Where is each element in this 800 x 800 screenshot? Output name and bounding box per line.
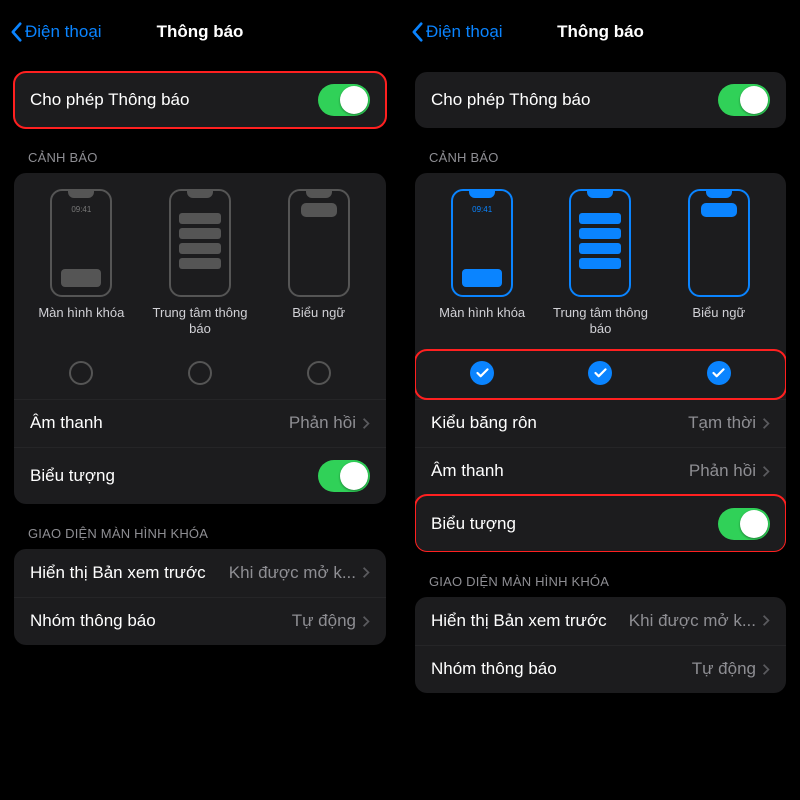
show-previews-value: Khi được mở k... xyxy=(229,563,370,583)
badges-label: Biểu tượng xyxy=(431,514,516,534)
check-off-icon[interactable] xyxy=(69,361,93,385)
phone-time: 09:41 xyxy=(457,205,507,214)
lockscreen-group: Hiển thị Bản xem trước Khi được mở k... Nh… xyxy=(14,549,386,645)
banner-style-label: Kiểu băng rôn xyxy=(431,413,537,433)
alert-option-banner[interactable]: Biểu ngữ xyxy=(660,189,777,338)
alert-option-lock[interactable]: 09:41 Màn hình khóa xyxy=(424,189,541,338)
alert-option-label: Biểu ngữ xyxy=(692,305,745,321)
allow-notifications-toggle[interactable] xyxy=(318,84,370,116)
notification-grouping-value: Tự động xyxy=(692,659,770,679)
alert-check-center[interactable] xyxy=(141,361,258,385)
notification-grouping-row[interactable]: Nhóm thông báo Tự động xyxy=(14,597,386,645)
alert-check-lock[interactable] xyxy=(23,361,140,385)
sounds-value: Phản hồi xyxy=(289,413,370,433)
sounds-row[interactable]: Âm thanh Phản hồi xyxy=(415,447,786,495)
alert-option-label: Màn hình khóa xyxy=(439,305,525,321)
phone-time: 09:41 xyxy=(56,205,106,214)
notification-grouping-label: Nhóm thông báo xyxy=(30,611,156,631)
alert-option-banner[interactable]: Biểu ngữ xyxy=(260,189,377,338)
back-button[interactable]: Điện thoại xyxy=(10,21,102,43)
phone-preview-lock-icon: 09:41 xyxy=(451,189,513,297)
allow-notifications-label: Cho phép Thông báo xyxy=(431,90,590,110)
alert-option-center[interactable]: Trung tâm thông báo xyxy=(141,189,258,338)
chevron-left-icon xyxy=(411,21,424,43)
show-previews-label: Hiển thị Bản xem trước xyxy=(431,611,607,631)
allow-notifications-row[interactable]: Cho phép Thông báo xyxy=(14,72,386,128)
alerts-header: CẢNH BÁO xyxy=(401,128,800,173)
lockscreen-header: GIAO DIỆN MÀN HÌNH KHÓA xyxy=(401,552,800,597)
show-previews-label: Hiển thị Bản xem trước xyxy=(30,563,206,583)
alert-option-label: Màn hình khóa xyxy=(38,305,124,321)
phone-preview-banner-icon xyxy=(688,189,750,297)
sounds-label: Âm thanh xyxy=(30,413,103,433)
navbar: Điện thoạiThông báo xyxy=(0,10,400,54)
allow-notifications-row[interactable]: Cho phép Thông báo xyxy=(415,72,786,128)
alert-option-label: Trung tâm thông báo xyxy=(141,305,258,338)
check-off-icon[interactable] xyxy=(188,361,212,385)
badges-toggle[interactable] xyxy=(318,460,370,492)
badges-row[interactable]: Biểu tượng xyxy=(14,447,386,504)
alerts-group: 09:41 Màn hình khóa Trung tâm thông báo Biể… xyxy=(415,173,786,552)
alerts-header: CẢNH BÁO xyxy=(0,128,400,173)
chevron-left-icon xyxy=(10,21,23,43)
check-off-icon[interactable] xyxy=(307,361,331,385)
badges-label: Biểu tượng xyxy=(30,466,115,486)
navbar: Điện thoạiThông báo xyxy=(401,10,800,54)
chevron-right-icon xyxy=(762,614,770,627)
chevron-right-icon xyxy=(762,417,770,430)
badges-row[interactable]: Biểu tượng xyxy=(415,495,786,552)
alert-option-lock[interactable]: 09:41 Màn hình khóa xyxy=(23,189,140,338)
chevron-right-icon xyxy=(762,465,770,478)
alert-option-center[interactable]: Trung tâm thông báo xyxy=(542,189,659,338)
back-label: Điện thoại xyxy=(426,22,503,42)
phone-preview-center-icon xyxy=(569,189,631,297)
settings-pane-right: Điện thoạiThông báo Cho phép Thông báo CẢN… xyxy=(400,0,800,800)
alert-option-label: Biểu ngữ xyxy=(292,305,345,321)
sounds-row[interactable]: Âm thanh Phản hồi xyxy=(14,399,386,447)
alerts-preview-box: 09:41 Màn hình khóa Trung tâm thông báo Biể… xyxy=(415,173,786,350)
banner-style-value: Tạm thời xyxy=(688,413,770,433)
allow-notifications-label: Cho phép Thông báo xyxy=(30,90,189,110)
alert-check-banner[interactable] xyxy=(660,361,777,385)
lockscreen-group: Hiển thị Bản xem trước Khi được mở k... Nh… xyxy=(415,597,786,693)
check-on-icon[interactable] xyxy=(707,361,731,385)
banner-style-row[interactable]: Kiểu băng rôn Tạm thời xyxy=(415,399,786,447)
settings-pane-left: Điện thoạiThông báo Cho phép Thông báo CẢN… xyxy=(0,0,400,800)
alert-check-lock[interactable] xyxy=(424,361,541,385)
allow-notifications-toggle[interactable] xyxy=(718,84,770,116)
chevron-right-icon xyxy=(362,566,370,579)
phone-preview-lock-icon: 09:41 xyxy=(50,189,112,297)
check-on-icon[interactable] xyxy=(588,361,612,385)
badges-toggle[interactable] xyxy=(718,508,770,540)
alert-check-banner[interactable] xyxy=(260,361,377,385)
back-button[interactable]: Điện thoại xyxy=(411,21,503,43)
alerts-group: 09:41 Màn hình khóa Trung tâm thông báo Biể… xyxy=(14,173,386,504)
notification-grouping-label: Nhóm thông báo xyxy=(431,659,557,679)
lockscreen-header: GIAO DIỆN MÀN HÌNH KHÓA xyxy=(0,504,400,549)
phone-preview-banner-icon xyxy=(288,189,350,297)
sounds-value: Phản hồi xyxy=(689,461,770,481)
notification-grouping-value: Tự động xyxy=(292,611,370,631)
show-previews-row[interactable]: Hiển thị Bản xem trước Khi được mở k... xyxy=(415,597,786,645)
chevron-right-icon xyxy=(762,663,770,676)
chevron-right-icon xyxy=(362,417,370,430)
alerts-check-row xyxy=(14,350,386,399)
allow-notifications-group: Cho phép Thông báo xyxy=(14,72,386,128)
check-on-icon[interactable] xyxy=(470,361,494,385)
alert-check-center[interactable] xyxy=(542,361,659,385)
sounds-label: Âm thanh xyxy=(431,461,504,481)
alerts-check-row xyxy=(415,350,786,399)
show-previews-value: Khi được mở k... xyxy=(629,611,770,631)
notification-grouping-row[interactable]: Nhóm thông báo Tự động xyxy=(415,645,786,693)
show-previews-row[interactable]: Hiển thị Bản xem trước Khi được mở k... xyxy=(14,549,386,597)
chevron-right-icon xyxy=(362,615,370,628)
allow-notifications-group: Cho phép Thông báo xyxy=(415,72,786,128)
phone-preview-center-icon xyxy=(169,189,231,297)
alert-option-label: Trung tâm thông báo xyxy=(542,305,659,338)
back-label: Điện thoại xyxy=(25,22,102,42)
alerts-preview-box: 09:41 Màn hình khóa Trung tâm thông báo Biể… xyxy=(14,173,386,350)
